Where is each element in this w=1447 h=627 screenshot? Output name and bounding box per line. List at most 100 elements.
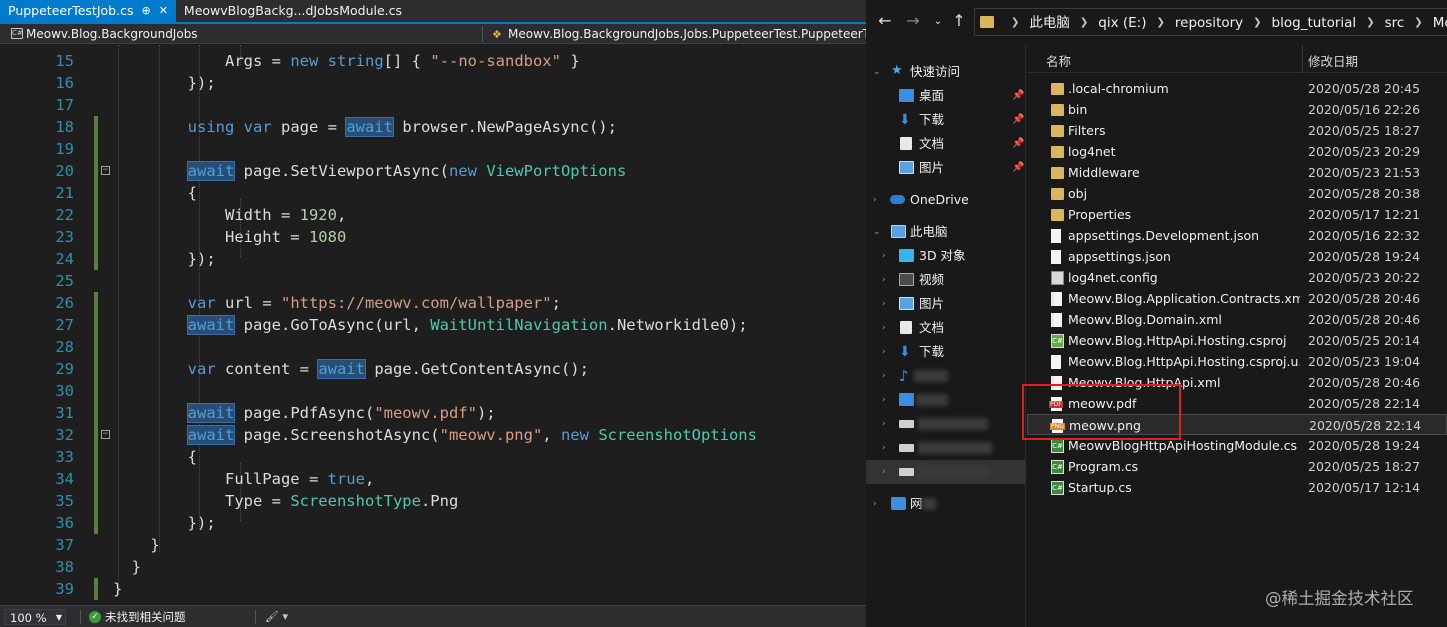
chevron-right-icon: ❯ <box>1011 17 1020 28</box>
code-line: 21 { <box>0 182 866 204</box>
file-row[interactable]: Middleware 2020/05/23 21:53 <box>1027 162 1447 183</box>
file-name: .local-chromium <box>1068 81 1169 96</box>
change-marker <box>94 336 98 358</box>
nav-music-blurred[interactable]: › ♪ <box>866 364 1026 388</box>
change-marker <box>94 490 98 512</box>
file-row[interactable]: obj 2020/05/28 20:38 <box>1027 183 1447 204</box>
code-text: await page.SetViewportAsync(new ViewPort… <box>186 161 627 181</box>
tab-background-jobs-module[interactable]: MeowvBlogBackg...dJobsModule.cs <box>176 0 410 22</box>
chevron-right-icon: › <box>882 443 886 453</box>
code-line: 36 }); <box>0 512 866 534</box>
code-cleanup-brush-icon[interactable]: 🖌 ▾ <box>265 609 288 625</box>
column-header-date[interactable]: 修改日期 <box>1308 51 1358 70</box>
line-number: 32 <box>55 426 74 444</box>
editor-status-bar: 100 % ▼ ✓ 未找到相关问题 🖌 ▾ <box>0 605 866 627</box>
nav-label: 视频 <box>919 272 945 287</box>
collapse-icon[interactable]: − <box>101 430 110 439</box>
computer-icon <box>891 225 906 238</box>
change-marker <box>94 402 98 424</box>
code-text: { <box>113 448 197 466</box>
chevron-down-icon: ⌄ <box>873 227 881 237</box>
file-row[interactable]: Meowv.Blog.Domain.xml 2020/05/28 20:46 <box>1027 309 1447 330</box>
file-row[interactable]: Meowv.Blog.HttpApi.xml 2020/05/28 20:46 <box>1027 372 1447 393</box>
chevron-down-icon: ▼ <box>55 613 62 622</box>
file-row-meowv-pdf[interactable]: meowv.pdf 2020/05/28 22:14 <box>1027 393 1447 414</box>
breadcrumb-item[interactable]: 此电脑 <box>1029 14 1070 32</box>
change-marker <box>94 468 98 490</box>
nav-this-pc[interactable]: ⌄ 此电脑 <box>866 220 1026 244</box>
file-row[interactable]: appsettings.json 2020/05/28 19:24 <box>1027 246 1447 267</box>
nav-videos[interactable]: › 视频 <box>866 268 1026 292</box>
nav-quick-access[interactable]: ⌄ ★ 快速访问 <box>866 60 1026 84</box>
recent-locations-chevron-icon[interactable]: ⌄ <box>929 16 947 27</box>
breadcrumb-item[interactable]: blog_tutorial <box>1272 14 1357 32</box>
address-bar[interactable]: ❯ 此电脑 ❯ qix (E:) ❯ repository ❯ blog_tut… <box>974 8 1447 36</box>
close-icon[interactable]: ✕ <box>159 0 168 22</box>
file-name: Meowv.Blog.Domain.xml <box>1068 312 1222 327</box>
nav-desktop-blurred[interactable]: › <box>866 388 1026 412</box>
breadcrumb-item[interactable]: src <box>1385 14 1405 32</box>
nav-desktop[interactable]: 桌面 📌 <box>866 84 1026 108</box>
folder-icon <box>1051 209 1064 221</box>
issues-indicator[interactable]: ✓ 未找到相关问题 <box>89 609 186 625</box>
file-row[interactable]: log4net.config 2020/05/23 20:22 <box>1027 267 1447 288</box>
nav-drive-1[interactable]: › <box>866 412 1026 436</box>
pin-icon[interactable]: 📌 <box>1012 108 1024 132</box>
nav-downloads-quick[interactable]: ⬇ 下载 📌 <box>866 108 1026 132</box>
cube-icon <box>899 249 914 262</box>
file-row[interactable]: Meowv.Blog.Application.Contracts.xml 2020… <box>1027 288 1447 309</box>
file-row[interactable]: Properties 2020/05/17 12:21 <box>1027 204 1447 225</box>
change-marker <box>94 512 98 534</box>
breadcrumb-item[interactable]: Meowv.Blog. <box>1433 14 1447 32</box>
project-dropdown[interactable]: C# Meowv.Blog.BackgroundJobs <box>8 26 478 42</box>
line-number: 28 <box>55 338 74 356</box>
file-name: Middleware <box>1068 165 1140 180</box>
png-file-icon <box>1050 419 1065 433</box>
file-row[interactable]: C# MeowvBlogHttpApiHostingModule.cs 2020/0… <box>1027 435 1447 456</box>
nav-documents[interactable]: › 文档 <box>866 316 1026 340</box>
change-marker <box>94 446 98 468</box>
file-name: Properties <box>1068 207 1132 222</box>
column-resize-handle[interactable] <box>1302 45 1303 73</box>
pin-icon[interactable]: 📌 <box>1012 132 1024 156</box>
code-text: } <box>113 536 160 554</box>
up-arrow-icon[interactable]: ↑ <box>950 11 968 30</box>
nav-pictures[interactable]: › 图片 <box>866 292 1026 316</box>
nav-drive-3[interactable]: › <box>866 460 1026 484</box>
collapse-icon[interactable]: − <box>101 166 110 175</box>
pin-icon[interactable]: ⊕ <box>141 0 150 22</box>
file-row[interactable]: C# Startup.cs 2020/05/17 12:14 <box>1027 477 1447 498</box>
nav-network[interactable]: › 网 <box>866 492 1026 516</box>
code-editor[interactable]: 15 Args = new string[] { "--no-sandbox" … <box>0 45 866 605</box>
tab-puppeteer-test-job[interactable]: PuppeteerTestJob.cs ⊕ ✕ <box>0 0 176 22</box>
file-row[interactable]: C# Program.cs 2020/05/25 18:27 <box>1027 456 1447 477</box>
file-row[interactable]: Meowv.Blog.HttpApi.Hosting.csproj.u... 20… <box>1027 351 1447 372</box>
nav-label: 文档 <box>919 136 945 151</box>
file-row[interactable]: appsettings.Development.json 2020/05/16 2… <box>1027 225 1447 246</box>
pin-icon[interactable]: 📌 <box>1012 84 1024 108</box>
file-row[interactable]: Filters 2020/05/25 18:27 <box>1027 120 1447 141</box>
nav-documents-quick[interactable]: 文档 📌 <box>866 132 1026 156</box>
code-line: 17 <box>0 94 866 116</box>
file-row-meowv-png[interactable]: meowv.png 2020/05/28 22:14 <box>1027 414 1447 435</box>
nav-drive-2[interactable]: › <box>866 436 1026 460</box>
change-marker <box>94 138 98 160</box>
column-header-name[interactable]: 名称 <box>1046 51 1071 70</box>
document-icon <box>900 137 912 150</box>
nav-onedrive[interactable]: › OneDrive <box>866 188 1026 212</box>
file-row[interactable]: C# Meowv.Blog.HttpApi.Hosting.csproj 2020/… <box>1027 330 1447 351</box>
nav-downloads[interactable]: › ⬇ 下载 <box>866 340 1026 364</box>
zoom-dropdown[interactable]: 100 % ▼ <box>4 609 66 625</box>
nav-pictures-quick[interactable]: 图片 📌 <box>866 156 1026 180</box>
breadcrumb-item[interactable]: qix (E:) <box>1098 14 1146 32</box>
file-row[interactable]: bin 2020/05/16 22:26 <box>1027 99 1447 120</box>
file-row[interactable]: log4net 2020/05/23 20:29 <box>1027 141 1447 162</box>
file-row[interactable]: .local-chromium 2020/05/28 20:45 <box>1027 78 1447 99</box>
type-dropdown[interactable]: ❖ Meowv.Blog.BackgroundJobs.Jobs.Puppete… <box>490 26 866 42</box>
forward-arrow-icon[interactable]: → <box>904 11 922 30</box>
pin-icon[interactable]: 📌 <box>1012 156 1024 180</box>
folder-icon <box>1051 104 1064 116</box>
nav-3d-objects[interactable]: › 3D 对象 <box>866 244 1026 268</box>
breadcrumb-item[interactable]: repository <box>1175 14 1243 32</box>
back-arrow-icon[interactable]: ← <box>876 11 894 30</box>
